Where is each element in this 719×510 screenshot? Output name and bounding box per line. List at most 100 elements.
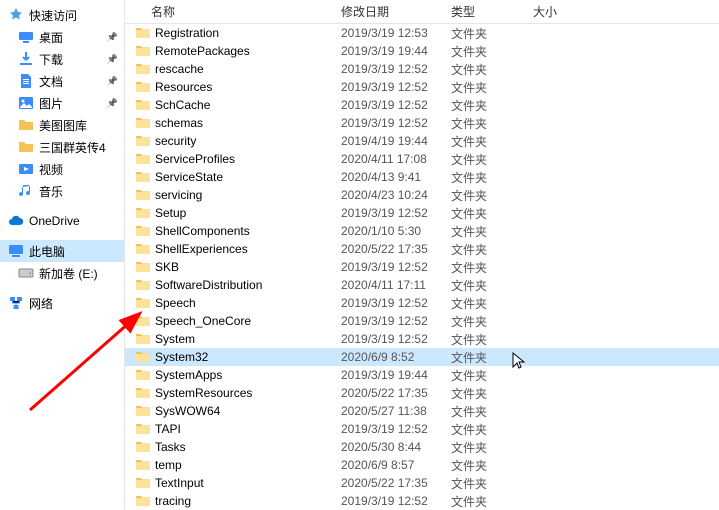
- file-date: 2020/5/22 17:35: [341, 476, 451, 490]
- file-row[interactable]: Resources2019/3/19 12:52文件夹: [125, 78, 719, 96]
- file-row[interactable]: ShellExperiences2020/5/22 17:35文件夹: [125, 240, 719, 258]
- folder-icon: [135, 278, 151, 292]
- file-type: 文件夹: [451, 133, 533, 150]
- pin-icon: 📌: [107, 98, 118, 109]
- file-row[interactable]: ServiceState2020/4/13 9:41文件夹: [125, 168, 719, 186]
- file-row[interactable]: Speech2019/3/19 12:52文件夹: [125, 294, 719, 312]
- file-row[interactable]: SysWOW642020/5/27 11:38文件夹: [125, 402, 719, 420]
- file-row[interactable]: SystemApps2019/3/19 19:44文件夹: [125, 366, 719, 384]
- file-list[interactable]: Registration2019/3/19 12:53文件夹RemotePack…: [125, 24, 719, 510]
- sidebar-item-label: 美图图库: [39, 117, 87, 134]
- folder-icon: [135, 134, 151, 148]
- file-date: 2020/6/9 8:52: [341, 350, 451, 364]
- sidebar-item-label: 此电脑: [29, 243, 65, 260]
- file-row[interactable]: SystemResources2020/5/22 17:35文件夹: [125, 384, 719, 402]
- folder-icon: [135, 440, 151, 454]
- file-date: 2019/3/19 12:52: [341, 260, 451, 274]
- file-type: 文件夹: [451, 115, 533, 132]
- folder-icon: [135, 44, 151, 58]
- sidebar-item-此电脑[interactable]: 此电脑: [0, 240, 124, 262]
- folder-icon: [135, 152, 151, 166]
- file-type: 文件夹: [451, 151, 533, 168]
- file-row[interactable]: TextInput2020/5/22 17:35文件夹: [125, 474, 719, 492]
- column-header-type[interactable]: 类型: [451, 3, 533, 20]
- sidebar-item-美图图库[interactable]: 美图图库: [0, 114, 124, 136]
- file-name: security: [155, 134, 341, 148]
- file-row[interactable]: Speech_OneCore2019/3/19 12:52文件夹: [125, 312, 719, 330]
- folder-icon: [135, 476, 151, 490]
- file-type: 文件夹: [451, 169, 533, 186]
- sidebar-item-label: 三国群英传4: [39, 139, 106, 156]
- sidebar-item-快速访问[interactable]: 快速访问: [0, 4, 124, 26]
- file-type: 文件夹: [451, 43, 533, 60]
- file-row[interactable]: security2019/4/19 19:44文件夹: [125, 132, 719, 150]
- folder-icon: [135, 242, 151, 256]
- file-type: 文件夹: [451, 97, 533, 114]
- sidebar-item-三国群英传4[interactable]: 三国群英传4: [0, 136, 124, 158]
- file-row[interactable]: RemotePackages2019/3/19 19:44文件夹: [125, 42, 719, 60]
- file-row[interactable]: SoftwareDistribution2020/4/11 17:11文件夹: [125, 276, 719, 294]
- sidebar-item-OneDrive[interactable]: OneDrive: [0, 210, 124, 232]
- folder-icon: [135, 80, 151, 94]
- file-row[interactable]: rescache2019/3/19 12:52文件夹: [125, 60, 719, 78]
- file-row[interactable]: schemas2019/3/19 12:52文件夹: [125, 114, 719, 132]
- column-header-size[interactable]: 大小: [533, 3, 593, 20]
- folder-icon: [135, 116, 151, 130]
- video-icon: [18, 161, 34, 177]
- sidebar-item-label: 网络: [29, 295, 53, 312]
- file-row[interactable]: SKB2019/3/19 12:52文件夹: [125, 258, 719, 276]
- file-row[interactable]: Setup2019/3/19 12:52文件夹: [125, 204, 719, 222]
- folder-icon: [135, 206, 151, 220]
- folder-icon: [135, 332, 151, 346]
- file-row[interactable]: Tasks2020/5/30 8:44文件夹: [125, 438, 719, 456]
- picture-icon: [18, 95, 34, 111]
- file-date: 2020/6/9 8:57: [341, 458, 451, 472]
- sidebar-item-新加卷 (E:)[interactable]: 新加卷 (E:): [0, 262, 124, 284]
- file-date: 2020/5/22 17:35: [341, 386, 451, 400]
- file-name: rescache: [155, 62, 341, 76]
- file-row[interactable]: ShellComponents2020/1/10 5:30文件夹: [125, 222, 719, 240]
- sidebar-item-下载[interactable]: 下载📌: [0, 48, 124, 70]
- file-row[interactable]: temp2020/6/9 8:57文件夹: [125, 456, 719, 474]
- file-name: schemas: [155, 116, 341, 130]
- file-row[interactable]: SchCache2019/3/19 12:52文件夹: [125, 96, 719, 114]
- file-row[interactable]: Registration2019/3/19 12:53文件夹: [125, 24, 719, 42]
- file-date: 2019/4/19 19:44: [341, 134, 451, 148]
- file-type: 文件夹: [451, 385, 533, 402]
- file-type: 文件夹: [451, 205, 533, 222]
- file-date: 2020/4/13 9:41: [341, 170, 451, 184]
- file-date: 2019/3/19 12:52: [341, 494, 451, 508]
- file-name: SoftwareDistribution: [155, 278, 341, 292]
- file-type: 文件夹: [451, 331, 533, 348]
- sidebar-item-label: 音乐: [39, 183, 63, 200]
- file-name: Tasks: [155, 440, 341, 454]
- file-date: 2020/5/22 17:35: [341, 242, 451, 256]
- file-row[interactable]: servicing2020/4/23 10:24文件夹: [125, 186, 719, 204]
- sidebar-item-音乐[interactable]: 音乐: [0, 180, 124, 202]
- column-header-name[interactable]: 名称: [151, 3, 341, 20]
- folder-icon: [135, 98, 151, 112]
- file-date: 2020/5/27 11:38: [341, 404, 451, 418]
- file-name: Speech: [155, 296, 341, 310]
- column-header-date[interactable]: 修改日期: [341, 3, 451, 20]
- sidebar-item-label: 文档: [39, 73, 63, 90]
- cloud-icon: [8, 213, 24, 229]
- file-type: 文件夹: [451, 223, 533, 240]
- file-row[interactable]: tracing2019/3/19 12:52文件夹: [125, 492, 719, 510]
- pin-icon: 📌: [107, 32, 118, 43]
- sidebar-item-图片[interactable]: 图片📌: [0, 92, 124, 114]
- file-name: Setup: [155, 206, 341, 220]
- file-name: ShellComponents: [155, 224, 341, 238]
- folder-icon: [135, 260, 151, 274]
- sidebar-item-视频[interactable]: 视频: [0, 158, 124, 180]
- file-row[interactable]: System322020/6/9 8:52文件夹: [125, 348, 719, 366]
- file-row[interactable]: ServiceProfiles2020/4/11 17:08文件夹: [125, 150, 719, 168]
- sidebar-item-桌面[interactable]: 桌面📌: [0, 26, 124, 48]
- file-type: 文件夹: [451, 403, 533, 420]
- file-row[interactable]: TAPI2019/3/19 12:52文件夹: [125, 420, 719, 438]
- folder-icon: [135, 386, 151, 400]
- sidebar-item-文档[interactable]: 文档📌: [0, 70, 124, 92]
- sidebar-item-网络[interactable]: 网络: [0, 292, 124, 314]
- file-date: 2020/4/23 10:24: [341, 188, 451, 202]
- file-row[interactable]: System2019/3/19 12:52文件夹: [125, 330, 719, 348]
